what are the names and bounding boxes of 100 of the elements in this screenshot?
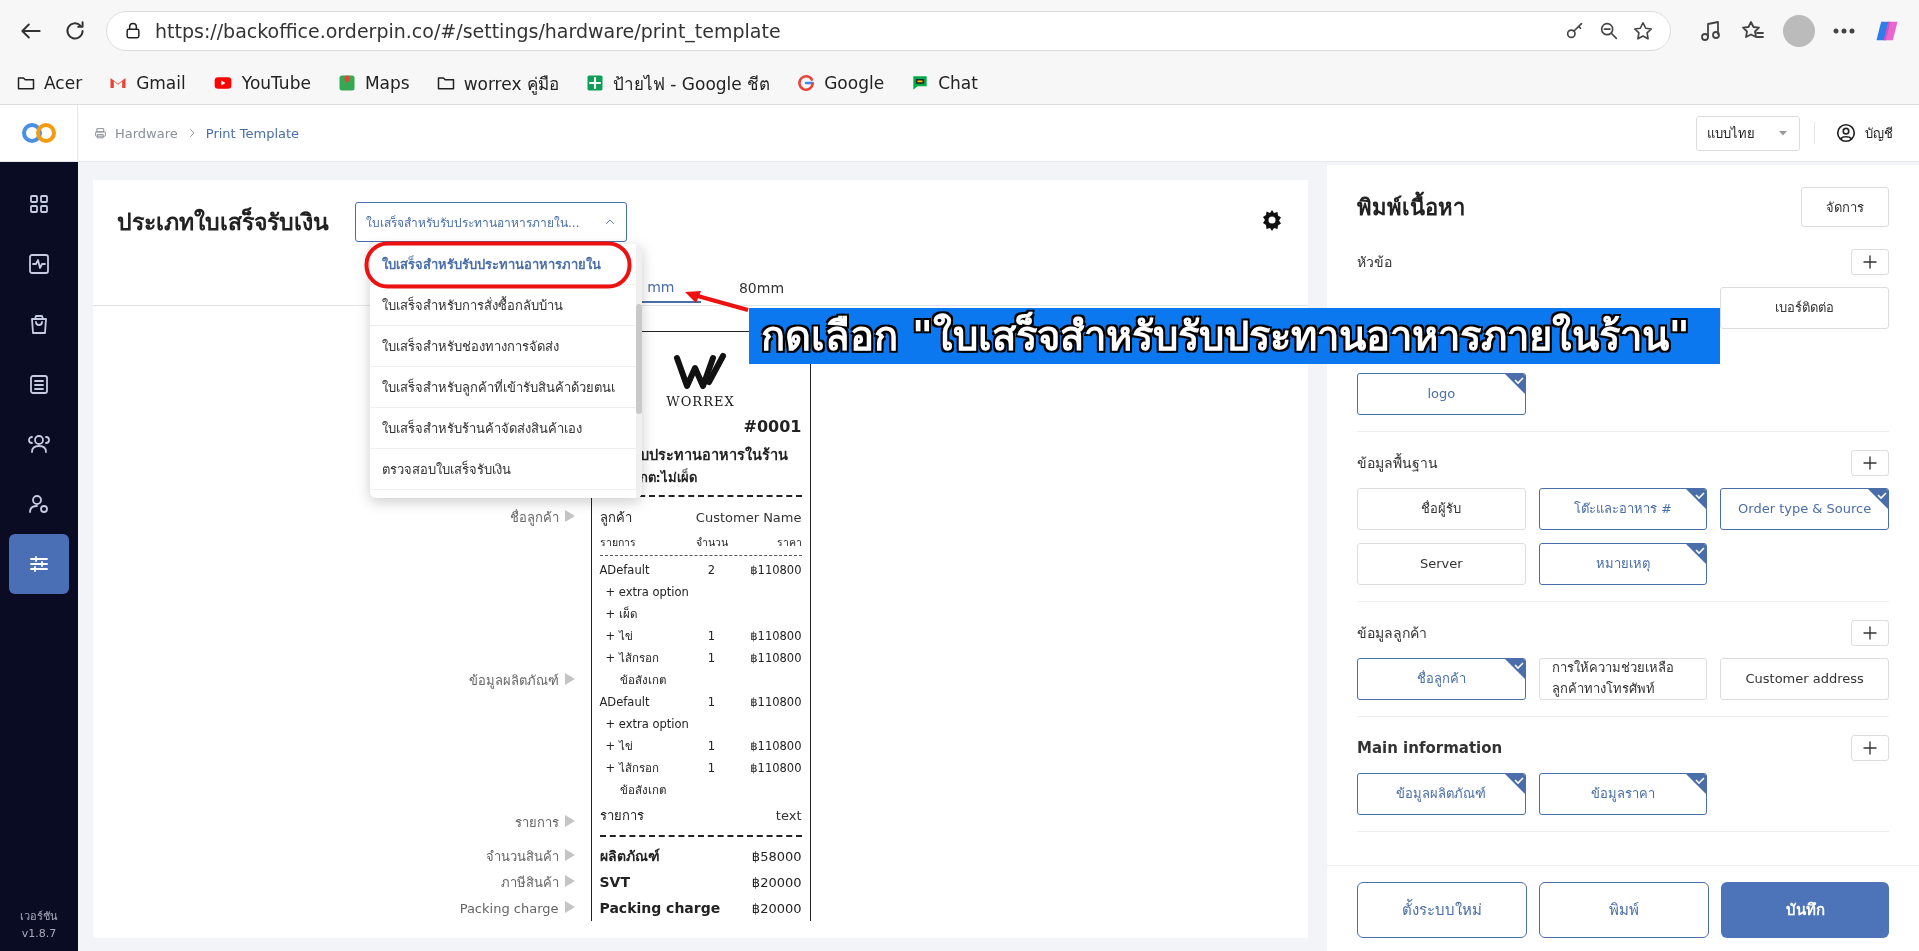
bookmark[interactable]: Gmail [108, 73, 186, 93]
google-icon [796, 73, 817, 93]
check-corner-icon [1504, 659, 1525, 679]
field-label: รายการ [514, 813, 559, 832]
receipt-price: ฿110800 [749, 563, 802, 577]
plus-icon [1861, 624, 1879, 642]
field-chip[interactable]: Server [1357, 543, 1526, 585]
receipt-text: รายการ [599, 534, 637, 550]
check-corner-icon [1686, 489, 1707, 509]
section-title: ข้อมูลลูกค้า [1357, 624, 1427, 644]
version-label: เวอร์ชัน [20, 909, 58, 925]
field-chip[interactable]: ข้อมูลผลิตภัณฑ์ [1357, 773, 1526, 815]
user-gear-icon [27, 492, 51, 516]
triangle-right-icon [564, 672, 575, 685]
receipt-qty: 1 [706, 695, 717, 709]
field-chip[interactable]: ชื่อผู้รับ [1357, 488, 1526, 530]
check-corner-icon [1504, 374, 1525, 394]
triangle-right-icon [564, 874, 575, 887]
brand-name: WORREX [666, 394, 735, 409]
section-title: หัวข้อ [1357, 253, 1392, 272]
bookmark[interactable]: Acer [16, 73, 83, 93]
address-bar[interactable]: https://backoffice.orderpin.co/#/settings/hardware/print_template [106, 11, 1671, 51]
field-label: ชื่อลูกค้า [509, 508, 559, 528]
bookmark[interactable]: ป้ายไฟ - Google ชีต [584, 69, 771, 97]
scrollbar-thumb[interactable] [636, 304, 642, 414]
account-link[interactable]: บัญชี [1865, 122, 1893, 144]
receipt-text: ลูกค้า [599, 508, 633, 528]
field-chip[interactable]: หมายเหตุ [1538, 543, 1708, 585]
field-label: ข้อมูลผลิตภัณฑ์ [468, 671, 559, 691]
triangle-right-icon [564, 848, 575, 861]
receipt-text: + ไข่ [604, 628, 634, 645]
receipt-text: + ไข่ [604, 738, 634, 755]
receipt-price: ฿58000 [750, 848, 802, 864]
lock-icon [123, 21, 143, 41]
field-chip[interactable]: เบอร์ติดต่อ [1720, 287, 1889, 329]
receipt-text: + extra option [604, 717, 690, 731]
receipt-type-select[interactable]: ใบเสร็จสำหรับรับประทานอาหารภายใน... [355, 202, 627, 242]
breadcrumb-link[interactable]: Print Template [205, 125, 300, 141]
action-button[interactable]: บันทึก [1721, 882, 1889, 938]
url-text: https://backoffice.orderpin.co/#/settings/hardware/print_template [155, 20, 782, 42]
field-chip[interactable]: Customer address [1720, 658, 1889, 700]
receipt-price: ราคา [775, 534, 802, 550]
plus-icon [1861, 253, 1879, 271]
grid-icon [27, 192, 51, 216]
section-title: Main information [1357, 739, 1503, 757]
bookmark[interactable]: worrex คู่มือ [435, 69, 559, 97]
receipt-title: บประทานอาหารในร้าน [638, 445, 789, 465]
instruction-banner: กดเลือก "ใบเสร็จสำหรับรับประทานอาหารภายในร้าน" [749, 308, 1720, 364]
receipt-text: ข้อสังเกต [618, 782, 667, 799]
field-chip[interactable]: การให้ความช่วยเหลือลูกค้าทางโทรศัพท์ [1538, 658, 1708, 700]
receipt-number: #0001 [742, 417, 802, 438]
receipt-qty: จำนวน [694, 534, 729, 550]
building-icon [27, 372, 51, 396]
receipt-text: Packing charge [599, 900, 722, 916]
field-chip[interactable]: logo [1357, 373, 1526, 415]
receipt-price: text [775, 807, 802, 823]
panel-title: พิมพ์เนื้อหา [1357, 189, 1465, 225]
music-icon [1699, 19, 1723, 43]
section-title: ข้อมูลพื้นฐาน [1357, 452, 1438, 474]
star-icon [1632, 20, 1654, 42]
add-button[interactable] [1851, 450, 1889, 476]
field-chip[interactable]: โต๊ะและอาหาร # [1538, 488, 1708, 530]
receipt-price: ฿20000 [750, 900, 802, 916]
receipt-price: ฿110800 [749, 739, 802, 753]
check-corner-icon [1504, 774, 1525, 794]
brand-logo-icon [672, 352, 729, 392]
plus-icon [1861, 454, 1879, 472]
field-chip[interactable]: Order type & Source [1720, 488, 1889, 530]
receipt-text: ADefault [599, 563, 651, 577]
bookmark[interactable]: Chat [910, 73, 978, 93]
receipt-qty: 2 [706, 563, 717, 577]
add-button[interactable] [1851, 620, 1889, 646]
paper-size-tab[interactable]: 80mm [700, 273, 823, 305]
more-icon [1833, 28, 1855, 34]
receipt-price: Customer Name [695, 509, 802, 525]
action-button[interactable]: ตั้งระบบใหม่ [1357, 882, 1527, 938]
field-chip[interactable]: ข้อมูลราคา [1538, 773, 1708, 815]
settings-icon [1260, 208, 1284, 232]
receipt-price: ฿20000 [750, 874, 802, 890]
bookmark[interactable]: Google [796, 73, 885, 93]
bookmark[interactable]: YouTube [211, 73, 311, 93]
receipt-price: ฿110800 [749, 761, 802, 775]
printer-icon [94, 126, 107, 140]
language-select[interactable]: แบบไทย [1696, 115, 1800, 151]
receipt-qty: 1 [706, 651, 717, 665]
field-label: Packing charge [459, 900, 559, 916]
field-label: ภาษีสินค้า [500, 873, 559, 892]
manage-button[interactable]: จัดการ [1801, 187, 1889, 227]
field-chip[interactable]: ชื่อลูกค้า [1357, 658, 1526, 700]
version-number: v1.8.7 [21, 927, 57, 940]
action-button[interactable]: พิมพ์ [1539, 882, 1709, 938]
triangle-right-icon [564, 900, 575, 913]
bookmark[interactable]: Maps [336, 73, 410, 93]
user-circle-icon [1835, 122, 1857, 144]
add-button[interactable] [1851, 249, 1889, 275]
add-button[interactable] [1851, 735, 1889, 761]
zoom-out-icon [1598, 20, 1620, 42]
receipt-text: ข้อสังเกต [618, 672, 667, 689]
receipt-text: ADefault [599, 695, 651, 709]
page-title: ประเภทใบเสร็จรับเงิน [117, 206, 329, 237]
